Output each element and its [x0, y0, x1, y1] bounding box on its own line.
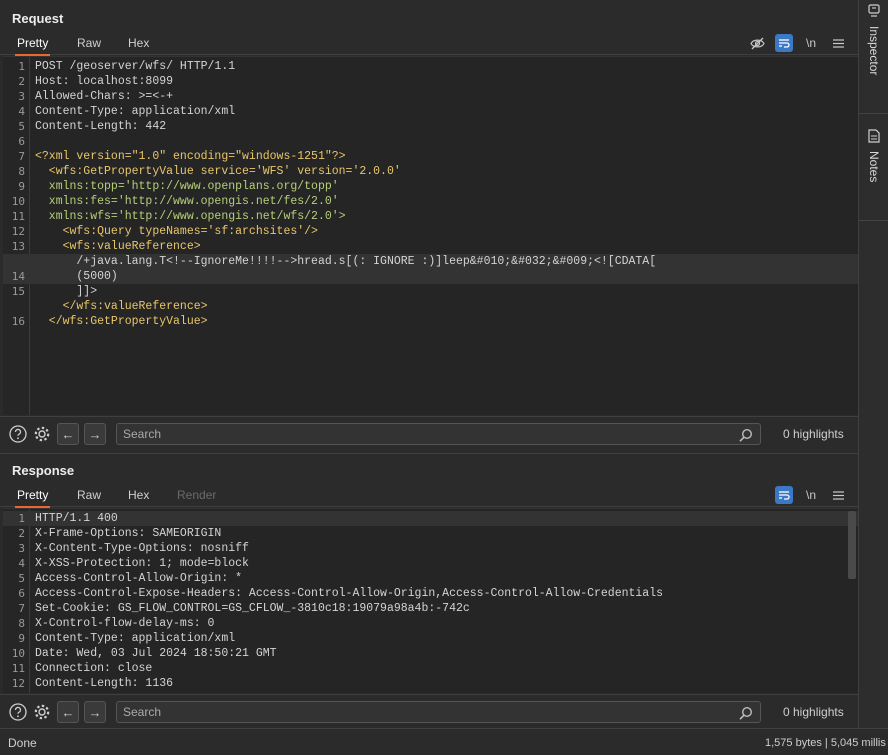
code-line: 1 HTTP/1.1 400	[3, 511, 858, 526]
help-icon[interactable]	[8, 424, 28, 444]
code-line: 7 <?xml version="1.0" encoding="windows-1…	[18, 150, 346, 163]
code-line: 12 <wfs:Query typeNames='sf:archsites'/>	[11, 225, 318, 238]
response-tab-pretty[interactable]: Pretty	[14, 483, 51, 508]
search-icon[interactable]	[739, 706, 753, 720]
code-line: 9 Content-Type: application/xml	[18, 632, 236, 645]
previous-arrow-icon[interactable]: ←	[57, 423, 79, 445]
request-tabs: Pretty Raw Hex \n	[0, 31, 858, 56]
code-line: 2 X-Frame-Options: SAMEORIGIN	[18, 527, 222, 540]
request-highlights-count: 0 highlights	[783, 427, 844, 441]
code-line-wrapped: /+java.lang.T<!--IgnoreMe!!!!-->hread.s[…	[3, 254, 858, 269]
code-line: 10 Date: Wed, 03 Jul 2024 18:50:21 GMT	[11, 647, 277, 660]
search-icon[interactable]	[739, 428, 753, 442]
request-search-input[interactable]	[123, 426, 723, 442]
sidebar-tab-inspector[interactable]: Inspector	[859, 4, 888, 75]
hamburger-menu-icon[interactable]	[829, 34, 847, 52]
code-line: 6 Access-Control-Expose-Headers: Access-C…	[18, 587, 664, 600]
next-arrow-icon[interactable]: →	[84, 701, 106, 723]
request-search-box	[116, 423, 761, 445]
code-line: 8 X-Control-flow-delay-ms: 0	[18, 617, 215, 630]
inspector-icon	[868, 4, 880, 17]
sidebar-divider	[859, 220, 888, 221]
response-scrollbar-thumb[interactable]	[848, 511, 856, 579]
response-highlights-count: 0 highlights	[783, 705, 844, 719]
request-tab-pretty[interactable]: Pretty	[14, 31, 51, 56]
code-line: 5 Content-Length: 442	[18, 120, 167, 133]
wrap-icon[interactable]	[775, 34, 793, 52]
code-line: 11 Connection: close	[11, 662, 153, 675]
next-arrow-icon[interactable]: →	[84, 423, 106, 445]
wrap-icon[interactable]	[775, 486, 793, 504]
code-line: 9 xmlns:topp='http://www.openplans.org/t…	[18, 180, 339, 193]
request-search-bar: ← → 0 highlights	[0, 416, 858, 450]
code-line: 15 ]]>	[11, 285, 98, 298]
code-line: 4 Content-Type: application/xml	[18, 105, 236, 118]
request-tab-hex[interactable]: Hex	[128, 31, 149, 55]
code-line: 3 X-Content-Type-Options: nosniff	[18, 542, 249, 555]
response-tabs: Pretty Raw Hex Render \n	[0, 483, 858, 508]
response-title: Response	[12, 463, 75, 478]
code-line: 13 <wfs:valueReference>	[11, 240, 201, 253]
code-line: 2 Host: localhost:8099	[18, 75, 174, 88]
code-line: 1 POST /geoserver/wfs/ HTTP/1.1	[18, 60, 236, 73]
sidebar-label-notes: Notes	[867, 151, 881, 183]
response-editor[interactable]: 1 HTTP/1.1 400 2 X-Frame-Options: SAMEORIG…	[3, 508, 858, 693]
code-line: 8 <wfs:GetPropertyValue service='WFS' ve…	[18, 165, 401, 178]
eye-off-icon[interactable]	[748, 34, 766, 52]
request-title: Request	[12, 11, 64, 26]
response-search-input[interactable]	[123, 704, 723, 720]
request-editor[interactable]: 1 POST /geoserver/wfs/ HTTP/1.1 2 Host: lo…	[3, 56, 858, 415]
sidebar-divider	[859, 113, 888, 114]
code-line: 12 Content-Length: 1136	[11, 677, 174, 690]
right-sidebar: Inspector Notes	[858, 0, 888, 728]
newline-toggle-button[interactable]: \n	[802, 34, 820, 52]
code-line: 3 Allowed-Chars: >=<-+	[18, 90, 174, 103]
code-line-current: 14 (5000)	[3, 269, 858, 284]
notes-icon	[868, 129, 880, 143]
code-line: 4 X-XSS-Protection: 1; mode=block	[18, 557, 249, 570]
newline-toggle-button[interactable]: \n	[802, 486, 820, 504]
sidebar-label-inspector: Inspector	[867, 26, 881, 76]
status-text: Done	[8, 736, 37, 750]
request-pane: Request Pretty Raw Hex \n 1 POST /geoserv…	[0, 0, 858, 452]
response-tab-hex[interactable]: Hex	[128, 483, 149, 507]
code-line: 5 Access-Control-Allow-Origin: *	[18, 572, 243, 585]
response-tab-raw[interactable]: Raw	[77, 483, 101, 507]
response-pane: Response Pretty Raw Hex Render \n 1 HTTP/…	[0, 453, 858, 728]
response-size-timing: 1,575 bytes | 5,045 millis	[765, 737, 886, 749]
gear-icon[interactable]	[32, 702, 52, 722]
request-tab-raw[interactable]: Raw	[77, 31, 101, 55]
response-tab-render[interactable]: Render	[177, 483, 216, 507]
response-search-bar: ← → 0 highlights	[0, 694, 858, 728]
gear-icon[interactable]	[32, 424, 52, 444]
sidebar-tab-notes[interactable]: Notes	[859, 129, 888, 182]
status-bar: Done 1,575 bytes | 5,045 millis	[0, 728, 888, 755]
code-line: 7 Set-Cookie: GS_FLOW_CONTROL=GS_CFLOW_-3…	[18, 602, 470, 615]
hamburger-menu-icon[interactable]	[829, 486, 847, 504]
code-line: 11 xmlns:wfs='http://www.opengis.net/wfs…	[11, 210, 346, 223]
help-icon[interactable]	[8, 702, 28, 722]
code-line: 6	[18, 135, 25, 148]
code-line: 10 xmlns:fes='http://www.opengis.net/fes…	[11, 195, 339, 208]
code-line: </wfs:valueReference>	[35, 300, 208, 313]
previous-arrow-icon[interactable]: ←	[57, 701, 79, 723]
response-search-box	[116, 701, 761, 723]
code-line: 16 </wfs:GetPropertyValue>	[11, 315, 208, 328]
